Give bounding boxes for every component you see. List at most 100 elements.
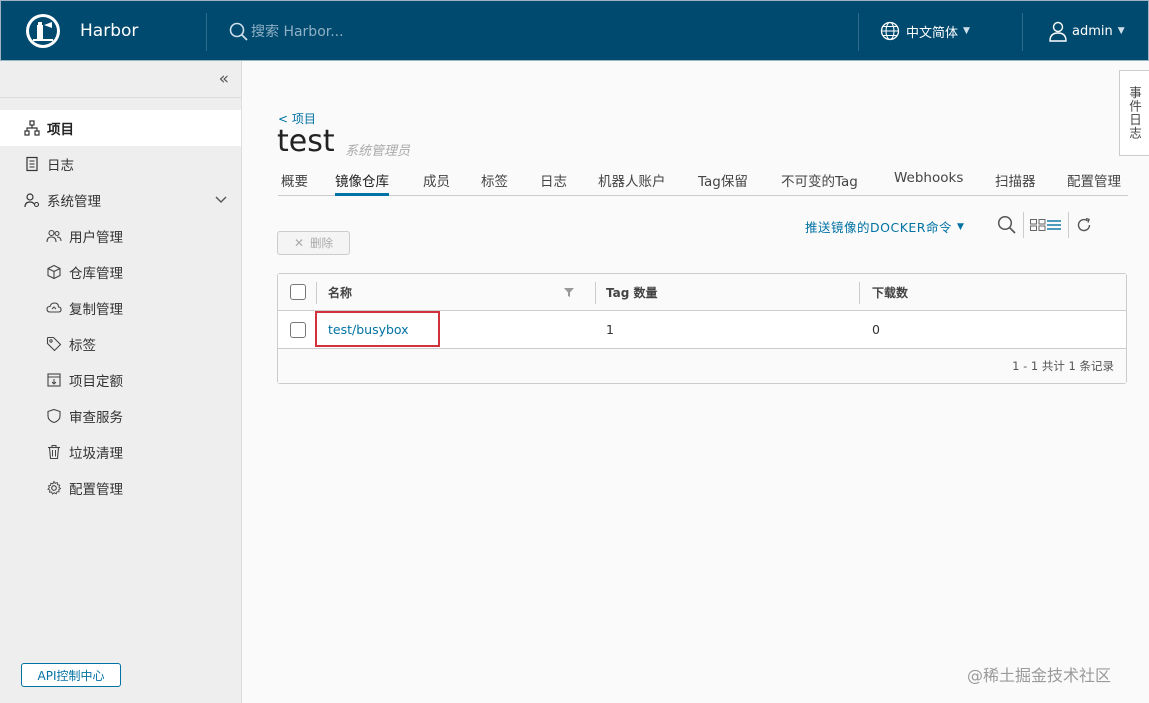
chevron-down-icon: ▼ (963, 26, 970, 36)
sidebar-item-gc[interactable]: 垃圾清理 (0, 434, 241, 470)
cloud-icon (46, 300, 62, 316)
sidebar-item-label: 审查服务 (69, 410, 123, 426)
sidebar-item-replications[interactable]: 复制管理 (0, 290, 241, 326)
chevron-down-icon: ▼ (1117, 26, 1125, 36)
toolbar-separator (1023, 212, 1024, 238)
tag-count-cell: 1 (606, 322, 614, 337)
event-log-label: 事件日志 (1127, 86, 1142, 140)
column-separator (595, 282, 596, 304)
admin-icon (24, 192, 40, 208)
tab-tag-retention[interactable]: Tag保留 (698, 167, 748, 196)
card-view-icon[interactable] (1030, 214, 1046, 236)
search-icon[interactable] (997, 214, 1017, 236)
sidebar-item-label: 用户管理 (69, 230, 123, 246)
header-divider (1022, 13, 1023, 51)
sidebar-item-administration[interactable]: 系统管理 (0, 182, 241, 218)
tab-configuration[interactable]: 配置管理 (1067, 167, 1121, 196)
tab-scanner[interactable]: 扫描器 (995, 167, 1036, 196)
header-divider (858, 13, 859, 51)
delete-label: 删除 (310, 236, 334, 250)
column-header-downloads[interactable]: 下载数 (872, 274, 908, 310)
users-icon (46, 228, 62, 244)
tab-summary[interactable]: 概要 (281, 167, 308, 196)
push-command-label: 推送镜像的DOCKER命令 (805, 220, 952, 235)
sidebar-item-label: 垃圾清理 (69, 446, 123, 462)
sidebar-item-interrogation[interactable]: 审查服务 (0, 398, 241, 434)
language-label: 中文简体 (906, 25, 959, 41)
tab-robot-accounts[interactable]: 机器人账户 (598, 167, 666, 196)
globe-icon (880, 21, 900, 41)
double-chevron-left-icon[interactable]: « (219, 69, 229, 89)
toolbar-separator (1068, 212, 1069, 238)
project-tabs: 概要 镜像仓库 成员 标签 日志 机器人账户 Tag保留 不可变的Tag Web… (278, 167, 1128, 196)
push-command-dropdown[interactable]: 推送镜像的DOCKER命令 ▼ (805, 217, 964, 236)
sidebar-item-label: 仓库管理 (69, 266, 123, 282)
language-selector[interactable]: 中文简体 ▼ (880, 21, 970, 41)
tag-icon (46, 336, 62, 352)
sidebar-item-users[interactable]: 用户管理 (0, 218, 241, 254)
search-icon (229, 22, 248, 41)
row-checkbox[interactable] (290, 321, 306, 338)
user-icon (1049, 21, 1067, 42)
sidebar-item-label: 复制管理 (69, 302, 123, 318)
tab-logs[interactable]: 日志 (540, 167, 567, 196)
tab-immutable-tags[interactable]: 不可变的Tag (781, 167, 858, 196)
column-header-tag-count[interactable]: Tag 数量 (606, 274, 658, 310)
app-header: Harbor 中文简体 ▼ admin ▼ (0, 0, 1149, 61)
quota-icon (46, 372, 62, 388)
list-view-icon[interactable] (1047, 214, 1061, 236)
global-search (229, 21, 471, 43)
sidebar-item-label: 项目定额 (69, 374, 123, 390)
event-log-tab[interactable]: 事件日志 (1119, 70, 1149, 156)
close-icon: ✕ (293, 236, 305, 250)
sidebar-item-configuration[interactable]: 配置管理 (0, 470, 241, 506)
filter-icon[interactable] (564, 274, 574, 310)
sidebar-collapse-row: « (0, 61, 241, 98)
select-all-cell (290, 274, 306, 310)
sidebar-item-quotas[interactable]: 项目定额 (0, 362, 241, 398)
tab-webhooks[interactable]: Webhooks (894, 167, 963, 196)
highlight-annotation (315, 311, 440, 347)
table-header: 名称 Tag 数量 下载数 (278, 274, 1126, 311)
sidebar: « 项目 日志 系统管理 用户管理 仓库管理 复制管理 标签 项目定额 审查服务… (0, 61, 242, 703)
tab-labels[interactable]: 标签 (481, 167, 508, 196)
column-separator (859, 282, 860, 304)
column-header-name[interactable]: 名称 (328, 274, 352, 310)
sidebar-item-label: 项目 (47, 122, 74, 138)
select-all-checkbox[interactable] (290, 284, 306, 300)
sidebar-item-label: 日志 (47, 158, 74, 174)
chevron-down-icon: ▼ (956, 221, 965, 232)
watermark: @稀土掘金技术社区 (967, 666, 1112, 685)
chevron-down-icon (215, 194, 227, 207)
sidebar-item-registries[interactable]: 仓库管理 (0, 254, 241, 290)
brand-name[interactable]: Harbor (80, 21, 138, 41)
sidebar-item-label: 标签 (69, 338, 96, 354)
sidebar-item-labels[interactable]: 标签 (0, 326, 241, 362)
sidebar-item-label: 配置管理 (69, 482, 123, 498)
api-center-button[interactable]: API控制中心 (21, 663, 121, 687)
download-count-cell: 0 (872, 322, 880, 337)
refresh-icon[interactable] (1076, 214, 1092, 236)
harbor-logo-icon[interactable] (25, 13, 61, 49)
sidebar-item-projects[interactable]: 项目 (0, 110, 241, 146)
tab-members[interactable]: 成员 (423, 167, 450, 196)
pagination-text: 1 - 1 共计 1 条记录 (1012, 359, 1114, 373)
sidebar-item-logs[interactable]: 日志 (0, 146, 241, 182)
box-icon (46, 264, 62, 280)
page-title: test (277, 124, 335, 159)
row-select-cell (290, 311, 306, 348)
table-footer: 1 - 1 共计 1 条记录 (278, 349, 1126, 383)
header-divider (206, 13, 207, 51)
delete-button[interactable]: ✕ 删除 (277, 231, 350, 255)
user-menu[interactable]: admin ▼ (1048, 20, 1125, 42)
tab-repositories[interactable]: 镜像仓库 (335, 167, 389, 196)
sidebar-item-label: 系统管理 (47, 194, 101, 210)
search-input[interactable] (251, 24, 471, 40)
username: admin (1072, 23, 1113, 39)
trash-icon (46, 444, 62, 460)
project-icon (24, 120, 40, 136)
column-separator (316, 282, 317, 304)
log-icon (24, 156, 40, 172)
shield-icon (46, 408, 62, 424)
gear-icon (46, 480, 62, 496)
